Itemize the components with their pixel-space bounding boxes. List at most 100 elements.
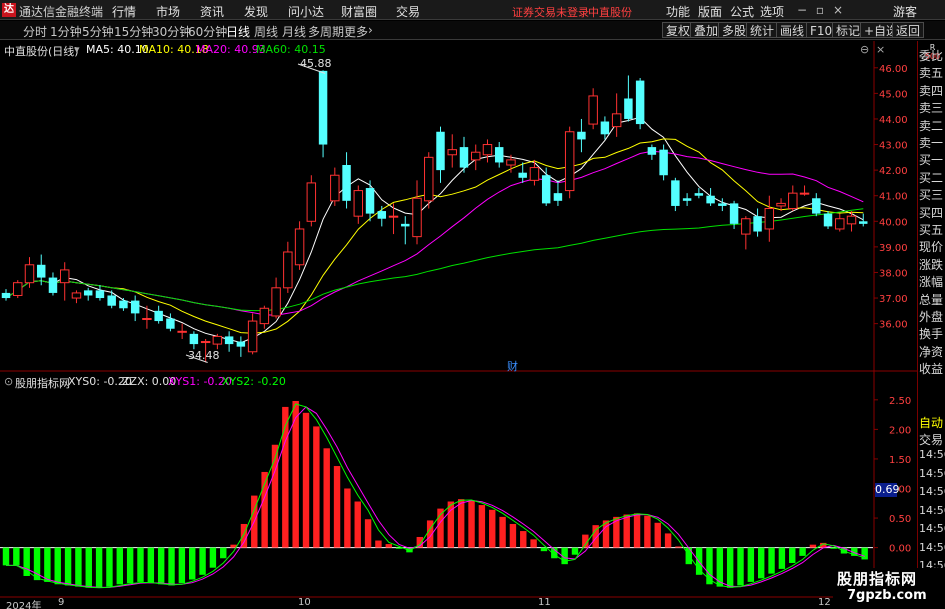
chart-canvas[interactable]: 36.00 37.00 38.00 39.00 40.00 41.00 42.00 43.00… xyxy=(0,41,945,609)
candle-body xyxy=(553,193,563,201)
menu-item-formula[interactable]: 公式 xyxy=(730,3,754,20)
chevron-right-icon[interactable]: › xyxy=(368,23,373,37)
candle xyxy=(166,313,175,332)
indicator-bar xyxy=(126,547,134,584)
candle-body xyxy=(119,300,128,309)
period-multi[interactable]: 多周期 xyxy=(308,23,344,40)
candle xyxy=(59,262,70,301)
period-60min[interactable]: 60分钟 xyxy=(188,23,227,40)
candle-body xyxy=(706,195,715,204)
zoom-out-icon[interactable]: ⊖ xyxy=(860,43,869,56)
candle xyxy=(436,126,445,183)
candle-body xyxy=(166,318,175,329)
side-quote-label: 收益 xyxy=(919,362,944,377)
price-tick-label: 36.00 xyxy=(879,320,908,331)
menu-item-trade[interactable]: 交易 xyxy=(396,3,420,20)
chart-close-icon[interactable]: × xyxy=(876,43,885,56)
menu-item-wealth[interactable]: 财富圈 xyxy=(341,3,377,20)
candle-body xyxy=(13,282,23,296)
menu-item-functions[interactable]: 功能 xyxy=(666,3,690,20)
candle xyxy=(119,298,128,311)
candle xyxy=(107,290,116,309)
indicator-bar xyxy=(757,547,765,579)
candle xyxy=(154,305,163,324)
indicator-bar xyxy=(2,547,10,566)
event-marker[interactable]: 财 xyxy=(507,358,518,374)
menu-item-ask[interactable]: 问小达 xyxy=(288,3,324,20)
candle-body xyxy=(48,277,58,293)
indicator-bar xyxy=(199,547,206,575)
indicator-tick-label: 2.50 xyxy=(889,396,911,407)
candle xyxy=(294,221,305,270)
chart-annotations xyxy=(185,63,326,363)
date-label-dec: 12 xyxy=(818,597,831,608)
indicator-title: 股朋指标网 xyxy=(15,377,70,390)
candle-body xyxy=(835,218,845,230)
candle xyxy=(212,333,223,350)
menu-item-layout[interactable]: 版面 xyxy=(698,3,722,20)
menu-item-market[interactable]: 市场 xyxy=(156,3,180,20)
indicator-bar xyxy=(168,547,175,586)
indicator-bar xyxy=(364,519,372,548)
candle-body xyxy=(412,197,422,238)
menu-item-options[interactable]: 选项 xyxy=(760,3,784,20)
candle-body xyxy=(846,215,857,225)
side-quote-label: 涨幅 xyxy=(919,275,944,290)
period-30min[interactable]: 30分钟 xyxy=(152,23,191,40)
period-1min[interactable]: 1分钟 xyxy=(50,23,82,40)
candle xyxy=(577,118,586,153)
back-button[interactable]: 返回 xyxy=(892,22,925,38)
candle xyxy=(835,213,845,232)
indicator-bar xyxy=(633,513,641,548)
watermark-title: 股朋指标网 xyxy=(837,570,918,588)
menu-item-news[interactable]: 资讯 xyxy=(200,3,224,20)
close-icon[interactable]: × xyxy=(830,2,846,18)
period-daily[interactable]: 日线 xyxy=(226,23,250,40)
candle-body xyxy=(212,335,223,345)
candle-body xyxy=(600,121,610,135)
draw-line-button[interactable]: 画线 xyxy=(776,22,809,38)
candle-body xyxy=(283,251,293,289)
indicator-bar xyxy=(344,488,351,548)
candle xyxy=(306,175,317,227)
login-status[interactable]: 证券交易未登录 xyxy=(512,4,589,20)
period-15min[interactable]: 15分钟 xyxy=(114,23,153,40)
indicator-bar xyxy=(613,516,620,548)
menu-item-discover[interactable]: 发现 xyxy=(244,3,268,20)
candle-body xyxy=(518,172,527,178)
candle xyxy=(424,152,434,209)
candle-body xyxy=(377,211,387,219)
candle xyxy=(459,136,469,173)
chart-settings-icon[interactable]: ▾ xyxy=(74,43,80,56)
period-5min[interactable]: 5分钟 xyxy=(82,23,114,40)
side-quote-label: 外盘 xyxy=(919,310,944,324)
side-quote-label: 涨跌 xyxy=(919,257,944,272)
minimize-icon[interactable]: − xyxy=(794,2,810,18)
side-quote-label: 买四 xyxy=(919,205,944,220)
guest-login[interactable]: 游客 xyxy=(893,3,917,20)
indicator-axis: 0.000.501.001.502.002.50 xyxy=(874,396,911,555)
restore-icon[interactable]: ▫ xyxy=(812,2,828,18)
period-monthly[interactable]: 月线 xyxy=(282,23,306,40)
candle-body xyxy=(741,218,751,235)
stats-button[interactable]: 统计 xyxy=(746,22,779,38)
candle xyxy=(671,177,680,212)
indicator-bar xyxy=(499,516,506,548)
candle xyxy=(412,180,422,245)
chart-area[interactable]: 36.00 37.00 38.00 39.00 40.00 41.00 42.00 43.00… xyxy=(0,41,945,609)
menu-item-quotes[interactable]: 行情 xyxy=(112,3,136,20)
side-trade-label[interactable]: 交易 xyxy=(919,431,945,448)
side-quote-label: 现价 xyxy=(919,240,944,255)
candle-body xyxy=(200,341,211,344)
period-intraday[interactable]: 分时 xyxy=(23,23,47,40)
side-quote-label: 买一 xyxy=(919,153,944,168)
period-more[interactable]: 更多 xyxy=(344,23,368,40)
candle-body xyxy=(611,113,622,128)
candle-body xyxy=(130,300,140,314)
side-auto-label[interactable]: 自动 xyxy=(919,414,945,431)
indicator-bar xyxy=(220,547,227,559)
candle xyxy=(365,180,375,222)
indicator-settings-icon[interactable]: ⊙ xyxy=(4,375,13,388)
candle-body xyxy=(177,330,187,333)
period-weekly[interactable]: 周线 xyxy=(254,23,278,40)
